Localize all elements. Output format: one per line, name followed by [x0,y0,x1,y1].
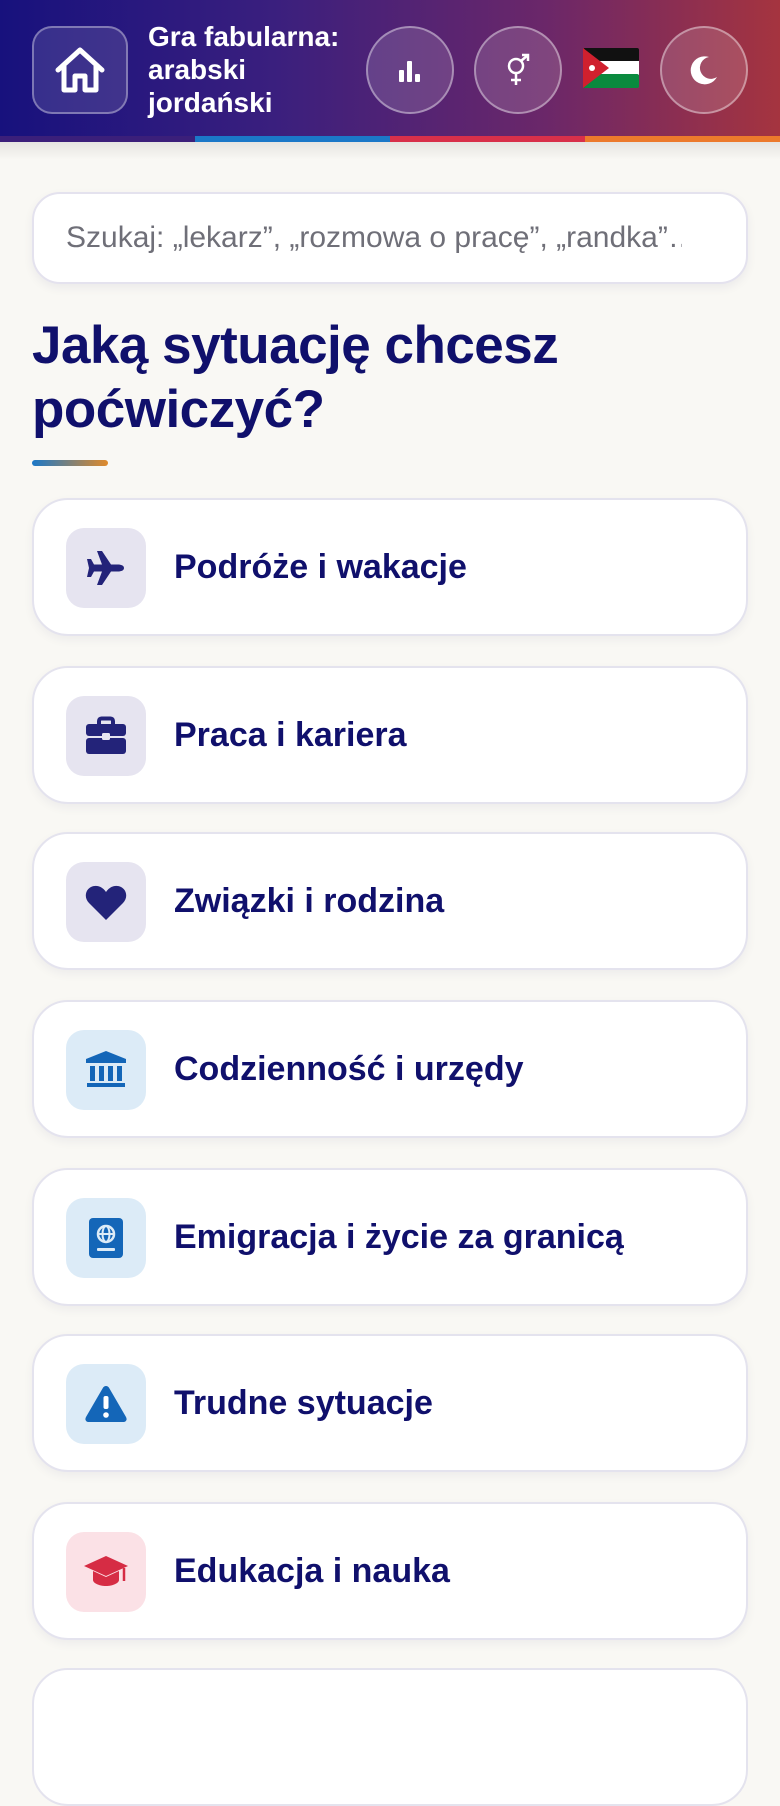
theme-toggle-button[interactable] [660,26,748,114]
search-input[interactable] [32,192,748,284]
warning-icon [85,1386,127,1422]
home-button[interactable] [32,26,128,114]
category-label: Związki i rodzina [174,881,445,920]
moon-icon [690,56,717,85]
category-card-daily-life[interactable]: Codzienność i urzędy [32,1000,748,1138]
category-label: Trudne sytuacje [174,1383,433,1422]
app-header: Gra fabularna: arabski jordański [0,0,780,142]
category-card-partial[interactable] [32,1668,748,1806]
category-icon-box [66,1532,146,1612]
category-label: Codzienność i urzędy [174,1049,524,1088]
category-card-relationships[interactable]: Związki i rodzina [32,832,748,970]
category-label: Podróże i wakacje [174,547,467,586]
language-flag-button[interactable] [582,46,640,90]
category-icon-box [66,1364,146,1444]
app-title: Gra fabularna: arabski jordański [148,21,340,118]
graduation-cap-icon [84,1556,128,1586]
header-shadow [0,142,780,160]
heart-icon [85,885,127,920]
institution-icon [86,1051,126,1087]
category-icon-box [66,696,146,776]
passport-icon [89,1218,123,1258]
category-card-difficult-situations[interactable]: Trudne sytuacje [32,1334,748,1472]
category-card-education[interactable]: Edukacja i nauka [32,1502,748,1640]
title-underline [32,460,108,466]
bar-chart-icon [399,61,420,82]
briefcase-icon [86,716,126,754]
category-icon-box [66,862,146,942]
stats-button[interactable] [366,26,454,114]
category-card-work[interactable]: Praca i kariera [32,666,748,804]
category-label: Emigracja i życie za granicą [174,1217,624,1256]
category-label: Praca i kariera [174,715,407,754]
gender-icon [507,53,530,85]
category-icon-box [66,1030,146,1110]
page-title: Jaką sytuację chcesz poćwiczyć? [32,316,559,439]
category-icon-box [66,528,146,608]
category-card-emigration[interactable]: Emigracja i życie za granicą [32,1168,748,1306]
airplane-icon [87,551,124,585]
gender-button[interactable] [474,26,562,114]
category-card-travel[interactable]: Podróże i wakacje [32,498,748,636]
jordan-flag-icon [583,48,639,88]
home-icon [55,47,105,93]
category-label: Edukacja i nauka [174,1551,450,1590]
category-icon-box [66,1198,146,1278]
